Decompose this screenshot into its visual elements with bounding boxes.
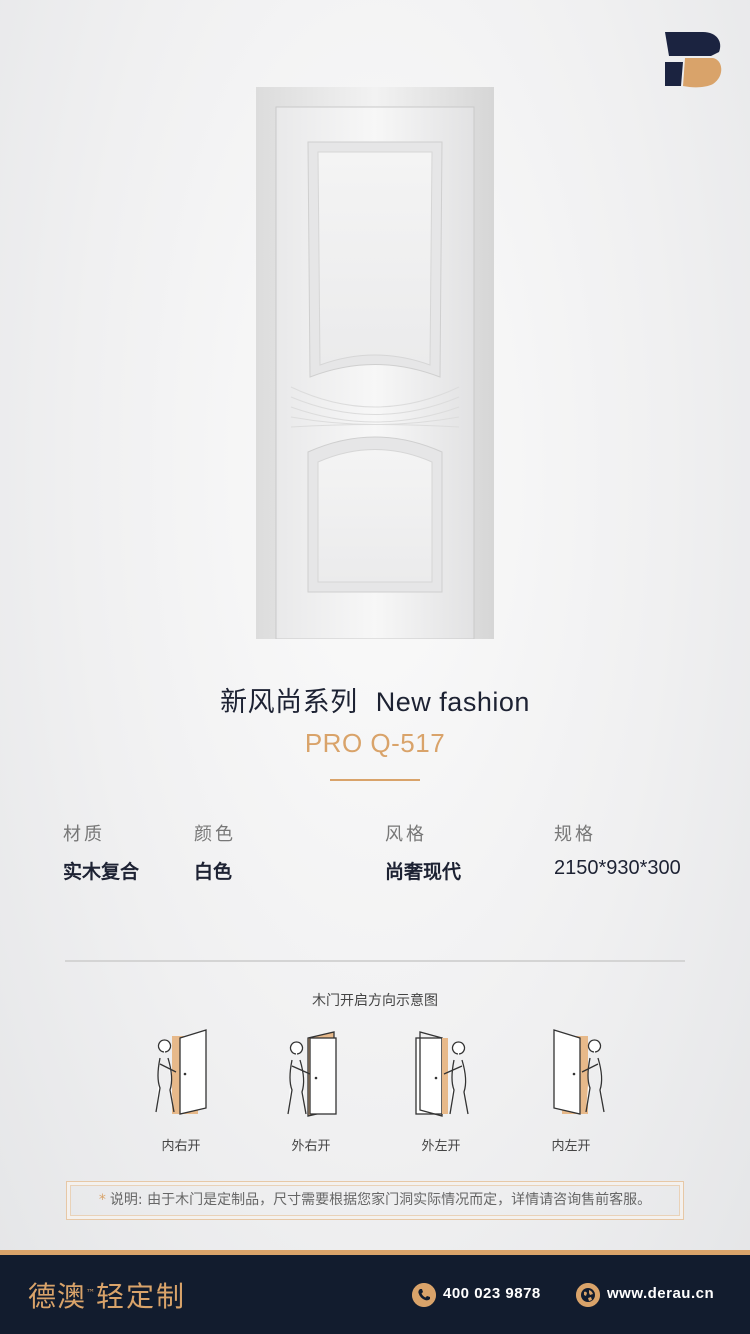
footer-website[interactable]: www.derau.cn [607, 1285, 714, 1302]
spec-label-size: 规格 [554, 824, 596, 845]
spec-label-material: 材质 [63, 824, 105, 845]
direction-label-inward-left: 内左开 [551, 1139, 591, 1154]
section-divider [65, 960, 685, 962]
footer-phone[interactable]: 400 023 9878 [443, 1285, 541, 1302]
note-text: 说明: 由于木门是定制品，尺寸需要根据您家门洞实际情况而定，详情请咨询售前客服。 [109, 1192, 652, 1208]
door-inward-left-icon [553, 1029, 605, 1115]
door-inward-right-icon [155, 1029, 207, 1115]
note-star: * [98, 1192, 106, 1208]
door-outward-right-icon [287, 1031, 337, 1117]
spec-value-material: 实木复合 [63, 861, 140, 883]
brand-logo [665, 32, 722, 88]
model-underline [330, 779, 420, 781]
model-number: PRO Q-517 [304, 728, 446, 758]
spec-label-color: 颜色 [194, 824, 236, 845]
trademark: ™ [86, 1288, 97, 1299]
product-title: 新风尚系列 New fashion [0, 680, 750, 719]
door-outward-left-icon [415, 1031, 469, 1117]
custom-note: * 说明: 由于木门是定制品，尺寸需要根据您家门洞实际情况而定，详情请咨询售前客服… [66, 1181, 684, 1220]
brand-name: 德澳 [28, 1280, 87, 1313]
series-cn: 新风尚系列 [220, 687, 358, 718]
globe-icon [576, 1283, 600, 1307]
spec-value-color: 白色 [194, 861, 233, 883]
diagram-title: 木门开启方向示意图 [312, 993, 438, 1009]
brand-sub: 轻定制 [96, 1280, 187, 1313]
spec-value-size: 2150*930*300 [554, 857, 681, 879]
direction-label-inward-right: 内右开 [161, 1139, 201, 1154]
direction-label-outward-right: 外右开 [291, 1139, 331, 1154]
spec-label-style: 风格 [385, 824, 427, 845]
phone-icon [412, 1283, 436, 1307]
door-image [256, 87, 494, 639]
footer-brand: 德澳™轻定制 [28, 1275, 186, 1315]
direction-label-outward-left: 外左开 [421, 1139, 461, 1154]
spec-value-style: 尚奢现代 [385, 861, 462, 883]
series-en: New fashion [375, 687, 530, 717]
